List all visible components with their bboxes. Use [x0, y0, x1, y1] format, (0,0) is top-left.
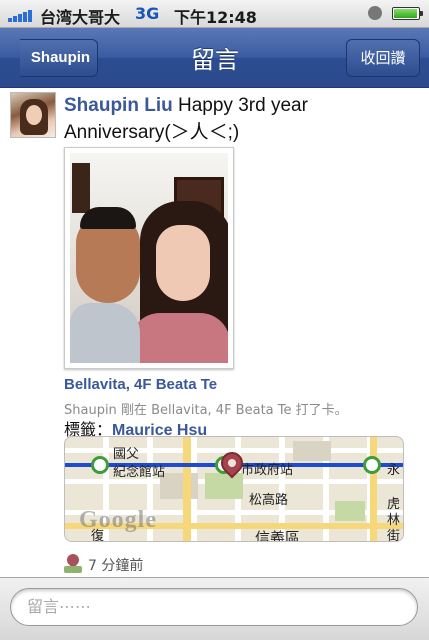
- map-label: 街: [387, 528, 401, 542]
- location-map[interactable]: 國父 紀念館站 市政府站 松高路 信義區 永 虎 林 街 復 Google: [64, 436, 404, 542]
- alarm-icon: [368, 6, 382, 20]
- carrier-name: 台湾大哥大: [40, 8, 121, 27]
- map-label: 永: [387, 462, 401, 477]
- signal-bars-icon: [8, 8, 36, 22]
- comment-input[interactable]: 留言⋯⋯: [10, 588, 418, 626]
- unlike-button[interactable]: 收回讚: [346, 39, 420, 77]
- page-title: 留言: [191, 46, 239, 74]
- back-button-label: Shaupin: [30, 49, 91, 66]
- author-name[interactable]: Shaupin Liu: [64, 95, 173, 116]
- back-button[interactable]: Shaupin: [20, 39, 98, 77]
- map-label: 國父: [113, 446, 140, 461]
- post-detail: Shaupin Liu Happy 3rd year Anniversary(＞…: [0, 89, 429, 577]
- battery-icon: [392, 7, 423, 20]
- navigation-bar: Shaupin 留言 收回讚: [0, 28, 429, 88]
- map-label: 信義區: [255, 530, 301, 542]
- map-label: 紀念館站: [113, 464, 166, 479]
- post-timestamp: 7 分鐘前: [64, 554, 143, 575]
- checkin-place-link[interactable]: Bellavita, 4F Beata Te: [64, 376, 217, 393]
- status-bar: 台湾大哥大 3G 下午12:48: [0, 0, 429, 28]
- map-label: 市政府站: [241, 462, 294, 477]
- location-pin-icon: [64, 554, 82, 574]
- post-photo[interactable]: [64, 147, 234, 369]
- network-type: 3G: [135, 4, 160, 23]
- time-ago: 7 分鐘前: [88, 558, 144, 574]
- avatar[interactable]: [10, 92, 56, 138]
- status-time: 下午12:48: [174, 8, 257, 27]
- post-message: Shaupin Liu Happy 3rd year Anniversary(＞…: [64, 92, 419, 146]
- google-watermark: Google: [79, 507, 157, 533]
- comment-bar: 留言⋯⋯: [0, 577, 429, 640]
- map-label: 松高路: [249, 492, 289, 507]
